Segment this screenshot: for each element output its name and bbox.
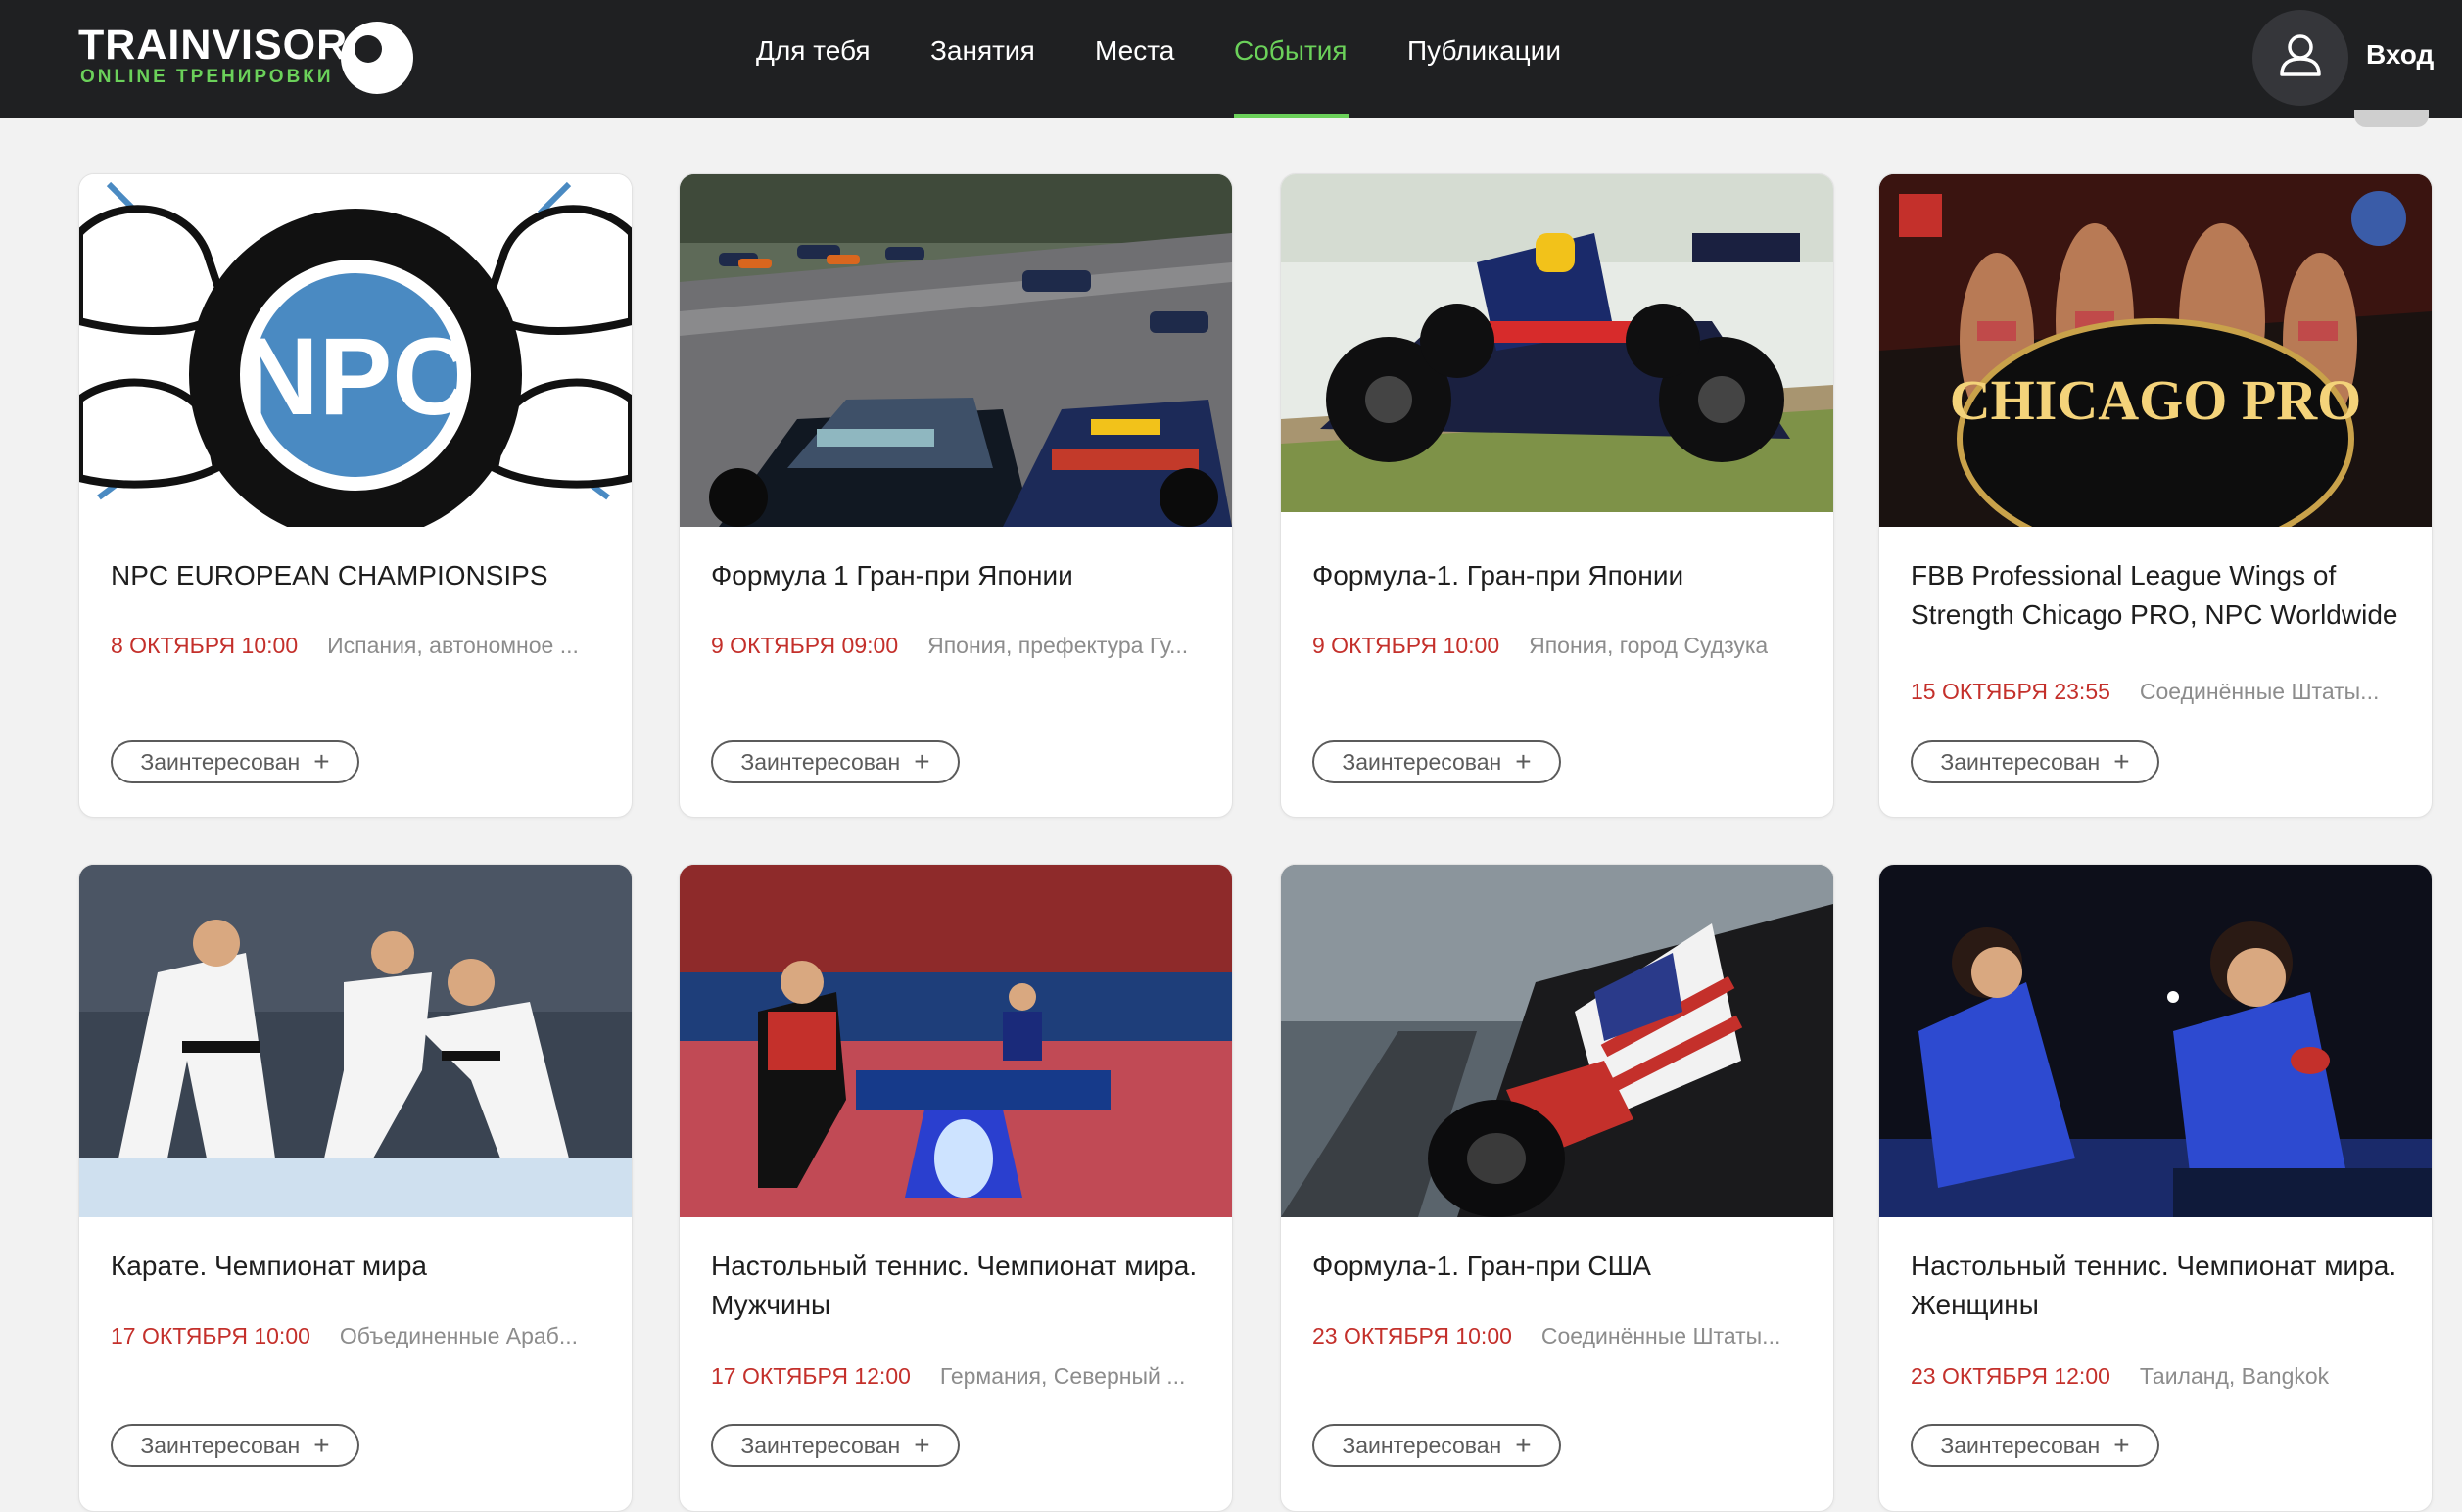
event-location: Япония, префектура Гу...	[927, 633, 1189, 658]
event-date: 17 ОКТЯБРЯ 10:00	[111, 1323, 310, 1348]
plus-icon: +	[914, 1430, 930, 1460]
interested-button-label: Заинтересован	[740, 748, 901, 775]
event-title: Настольный теннис. Чемпионат мира. Мужчи…	[711, 1251, 1198, 1320]
event-title: FBB Professional League Wings of Strengt…	[1911, 560, 2398, 630]
logo-eye-icon	[341, 22, 413, 94]
event-card[interactable]: Настольный теннис. Чемпионат мира. Женщи…	[1878, 864, 2433, 1512]
event-location: Соединённые Штаты...	[2139, 679, 2380, 704]
event-meta: 17 ОКТЯБРЯ 10:00 Объединенные Араб...	[111, 1323, 578, 1349]
event-location: Объединенные Араб...	[339, 1323, 579, 1348]
nav-item-classes[interactable]: Занятия	[930, 35, 1035, 67]
event-title: Карате. Чемпионат мира	[111, 1251, 427, 1281]
event-image	[1281, 174, 1833, 512]
event-location: Соединённые Штаты...	[1540, 1323, 1781, 1348]
plus-icon: +	[313, 1430, 330, 1460]
event-meta: 8 ОКТЯБРЯ 10:00 Испания, автономное ...	[111, 633, 579, 659]
event-card[interactable]: Карате. Чемпионат мира 17 ОКТЯБРЯ 10:00 О…	[78, 864, 633, 1512]
event-meta: 9 ОКТЯБРЯ 09:00 Япония, префектура Гу...	[711, 633, 1188, 659]
interested-button[interactable]: Заинтересован +	[111, 1424, 359, 1467]
event-meta: 17 ОКТЯБРЯ 12:00 Германия, Северный ...	[711, 1363, 1185, 1390]
event-image	[1281, 865, 1833, 1217]
event-meta: 15 ОКТЯБРЯ 23:55 Соединённые Штаты...	[1911, 679, 2379, 705]
event-image: NPC	[79, 174, 632, 527]
interested-button-label: Заинтересован	[140, 748, 301, 775]
interested-button[interactable]: Заинтересован +	[1911, 1424, 2159, 1467]
interested-button-label: Заинтересован	[1940, 748, 2101, 775]
interested-button[interactable]: Заинтересован +	[711, 1424, 960, 1467]
interested-button-label: Заинтересован	[140, 1432, 301, 1458]
event-card[interactable]: Настольный теннис. Чемпионат мира. Мужчи…	[679, 864, 1233, 1512]
plus-icon: +	[2113, 746, 2130, 777]
interested-button[interactable]: Заинтересован +	[711, 740, 960, 783]
event-title: Настольный теннис. Чемпионат мира. Женщи…	[1911, 1251, 2397, 1320]
event-title: Формула-1. Гран-при Японии	[1312, 560, 1684, 591]
active-tab-indicator	[1234, 114, 1349, 118]
event-image	[79, 865, 632, 1217]
interested-button[interactable]: Заинтересован +	[111, 740, 359, 783]
event-date: 8 ОКТЯБРЯ 10:00	[111, 633, 299, 658]
plus-icon: +	[914, 746, 930, 777]
top-header: TRAINVISOR ONLINE ТРЕНИРОВКИ Для тебя За…	[0, 0, 2462, 118]
event-title: NPC EUROPEAN CHAMPIONSIPS	[111, 560, 548, 591]
event-meta: 23 ОКТЯБРЯ 10:00 Соединённые Штаты...	[1312, 1323, 1780, 1349]
plus-icon: +	[1515, 746, 1532, 777]
event-location: Таиланд, Bangkok	[2139, 1363, 2330, 1389]
user-icon	[2280, 34, 2321, 76]
interested-button-label: Заинтересован	[740, 1432, 901, 1458]
event-date: 23 ОКТЯБРЯ 10:00	[1312, 1323, 1512, 1348]
event-card[interactable]: CHICAGO PRO FBB Professional League Wing…	[1878, 173, 2433, 818]
login-link[interactable]: Вход	[2366, 39, 2434, 71]
event-image: CHICAGO PRO	[1879, 174, 2432, 527]
plus-icon: +	[1515, 1430, 1532, 1460]
event-date: 9 ОКТЯБРЯ 10:00	[1312, 633, 1500, 658]
event-card[interactable]: Формула 1 Гран-при Японии 9 ОКТЯБРЯ 09:0…	[679, 173, 1233, 818]
scroll-handle[interactable]	[2354, 110, 2429, 127]
nav-item-publications[interactable]: Публикации	[1407, 35, 1561, 67]
event-card[interactable]: NPC NPC EUROPEAN CHAMPIONSIPS 8 ОКТЯБРЯ …	[78, 173, 633, 818]
event-location: Германия, Северный ...	[939, 1363, 1186, 1389]
event-title: Формула-1. Гран-при США	[1312, 1251, 1651, 1281]
event-meta: 23 ОКТЯБРЯ 12:00 Таиланд, Bangkok	[1911, 1363, 2329, 1390]
logo-title: TRAINVISOR	[78, 22, 349, 69]
user-button[interactable]	[2252, 10, 2348, 106]
event-card[interactable]: Формула-1. Гран-при США 23 ОКТЯБРЯ 10:00…	[1280, 864, 1834, 1512]
event-date: 15 ОКТЯБРЯ 23:55	[1911, 679, 2110, 704]
interested-button-label: Заинтересован	[1342, 1432, 1502, 1458]
chicago-pro-logo-text: CHICAGO PRO	[1950, 368, 2362, 432]
npc-logo-text: NPC	[240, 315, 471, 438]
event-image	[680, 174, 1232, 527]
event-title: Формула 1 Гран-при Японии	[711, 560, 1073, 591]
interested-button[interactable]: Заинтересован +	[1312, 740, 1561, 783]
interested-button-label: Заинтересован	[1940, 1432, 2101, 1458]
interested-button-label: Заинтересован	[1342, 748, 1502, 775]
event-location: Япония, город Судзука	[1529, 633, 1769, 658]
interested-button[interactable]: Заинтересован +	[1911, 740, 2159, 783]
event-image	[680, 865, 1232, 1217]
event-date: 23 ОКТЯБРЯ 12:00	[1911, 1363, 2110, 1389]
nav-item-events[interactable]: События	[1234, 35, 1348, 67]
logo-subtitle: ONLINE ТРЕНИРОВКИ	[80, 67, 334, 87]
event-date: 17 ОКТЯБРЯ 12:00	[711, 1363, 911, 1389]
event-date: 9 ОКТЯБРЯ 09:00	[711, 633, 899, 658]
event-image	[1879, 865, 2432, 1217]
nav-item-places[interactable]: Места	[1095, 35, 1174, 67]
trainvisor-logo[interactable]: TRAINVISOR ONLINE ТРЕНИРОВКИ	[78, 20, 421, 98]
plus-icon: +	[2113, 1430, 2130, 1460]
interested-button[interactable]: Заинтересован +	[1312, 1424, 1561, 1467]
nav-item-for-you[interactable]: Для тебя	[756, 35, 871, 67]
event-card[interactable]: Формула-1. Гран-при Японии 9 ОКТЯБРЯ 10:…	[1280, 173, 1834, 818]
plus-icon: +	[313, 746, 330, 777]
event-location: Испания, автономное ...	[327, 633, 579, 658]
event-meta: 9 ОКТЯБРЯ 10:00 Япония, город Судзука	[1312, 633, 1768, 659]
